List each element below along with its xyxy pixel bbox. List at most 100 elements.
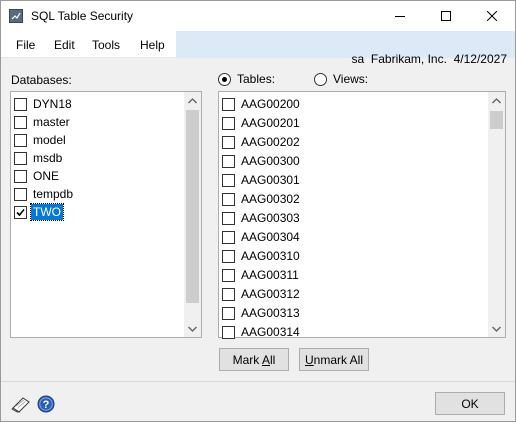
window-title: SQL Table Security xyxy=(31,9,134,23)
checkbox[interactable] xyxy=(14,169,27,183)
table-list-item[interactable]: AAG00300 xyxy=(222,152,302,170)
table-list-item[interactable]: AAG00303 xyxy=(222,209,302,227)
table-name: AAG00201 xyxy=(241,116,300,130)
views-radio[interactable] xyxy=(314,72,327,86)
tables-scrollbar[interactable] xyxy=(488,92,505,337)
checkbox[interactable] xyxy=(222,135,235,149)
checkbox[interactable] xyxy=(14,133,27,147)
sql-table-security-window: SQL Table Security File Edit Tools Help … xyxy=(0,0,516,422)
scroll-down-button[interactable] xyxy=(184,320,201,337)
table-name: AAG00310 xyxy=(241,249,300,263)
database-list-item[interactable]: tempdb xyxy=(14,185,75,203)
scroll-up-button[interactable] xyxy=(488,92,505,109)
unmark-all-accesskey: U xyxy=(304,352,314,367)
database-name: tempdb xyxy=(33,187,74,201)
chevron-down-icon xyxy=(188,326,197,332)
tables-radio-option[interactable]: Tables: xyxy=(218,72,275,86)
svg-text:?: ? xyxy=(43,399,50,411)
table-name: AAG00300 xyxy=(241,154,300,168)
table-name: AAG00304 xyxy=(241,230,300,244)
scroll-thumb[interactable] xyxy=(490,111,503,129)
table-list-item[interactable]: AAG00310 xyxy=(222,247,302,265)
database-list-item[interactable]: TWO xyxy=(14,203,64,221)
checkmark-icon xyxy=(16,208,25,216)
checkbox[interactable] xyxy=(222,211,235,225)
checkbox[interactable] xyxy=(222,116,235,130)
database-list-item[interactable]: msdb xyxy=(14,149,64,167)
database-list-item[interactable]: model xyxy=(14,131,68,149)
database-name: master xyxy=(33,115,70,129)
checkbox[interactable] xyxy=(222,268,235,282)
checkbox[interactable] xyxy=(14,115,27,129)
close-icon xyxy=(487,11,497,21)
table-list-item[interactable]: AAG00313 xyxy=(222,304,302,322)
table-list-item[interactable]: AAG00301 xyxy=(222,171,302,189)
menu-edit[interactable]: Edit xyxy=(54,38,75,52)
table-name: AAG00311 xyxy=(241,268,299,282)
ok-label: OK xyxy=(461,396,479,411)
tables-radio-label: Tables: xyxy=(237,72,276,86)
chevron-down-icon xyxy=(492,326,501,332)
maximize-button[interactable] xyxy=(423,1,469,31)
table-list-item[interactable]: AAG00304 xyxy=(222,228,302,246)
menu-bar: File Edit Tools Help sa Fabrikam, Inc. 4… xyxy=(1,31,515,66)
table-list-item[interactable]: AAG00202 xyxy=(222,133,302,151)
minimize-button[interactable] xyxy=(377,1,423,31)
mark-all-label: Mark All xyxy=(233,353,276,367)
help-icon[interactable]: ? xyxy=(37,395,55,413)
mark-all-accesskey: A xyxy=(261,352,270,367)
checkbox[interactable] xyxy=(14,205,27,219)
ok-button[interactable]: OK xyxy=(435,392,505,415)
tables-radio[interactable] xyxy=(218,72,231,86)
table-name: AAG00302 xyxy=(241,192,300,206)
scroll-down-button[interactable] xyxy=(488,320,505,337)
database-name: msdb xyxy=(33,151,63,165)
table-name: AAG00313 xyxy=(241,306,300,320)
databases-list[interactable]: DYN18 master model msdb ONE tempdb TWO xyxy=(10,91,202,338)
checkbox[interactable] xyxy=(222,154,235,168)
tables-list[interactable]: AAG00200 AAG00201 AAG00202 AAG00300 AAG00301… xyxy=(218,91,506,341)
table-list-item[interactable]: AAG00314 xyxy=(222,323,302,341)
table-list-item[interactable]: AAG00201 xyxy=(222,114,302,132)
views-radio-option[interactable]: Views: xyxy=(314,72,368,86)
checkbox[interactable] xyxy=(14,97,27,111)
database-list-item[interactable]: master xyxy=(14,113,72,131)
table-list-item[interactable]: AAG00200 xyxy=(222,95,302,113)
checkbox[interactable] xyxy=(222,230,235,244)
title-bar: SQL Table Security xyxy=(1,1,515,31)
scroll-up-button[interactable] xyxy=(184,92,201,109)
unmark-all-button[interactable]: Unmark All xyxy=(299,348,369,371)
checkbox[interactable] xyxy=(222,97,235,111)
table-name: AAG00303 xyxy=(241,211,300,225)
menu-help[interactable]: Help xyxy=(140,38,165,52)
menu-tools[interactable]: Tools xyxy=(92,38,120,52)
checkbox[interactable] xyxy=(222,287,235,301)
checkbox[interactable] xyxy=(222,306,235,320)
unmark-all-label-suffix: nmark All xyxy=(313,352,364,367)
table-list-item[interactable]: AAG00312 xyxy=(222,285,302,303)
checkbox[interactable] xyxy=(222,325,235,339)
chevron-up-icon xyxy=(492,97,501,103)
user-date: 4/12/2027 xyxy=(453,52,507,66)
footer-divider xyxy=(1,381,515,382)
mark-all-label-suffix: ll xyxy=(270,352,276,367)
mark-all-button[interactable]: Mark All xyxy=(219,348,289,371)
maximize-icon xyxy=(441,11,451,21)
table-list-item[interactable]: AAG00302 xyxy=(222,190,302,208)
close-button[interactable] xyxy=(469,1,515,31)
databases-scrollbar[interactable] xyxy=(184,92,201,337)
checkbox[interactable] xyxy=(14,151,27,165)
checkbox[interactable] xyxy=(14,187,27,201)
table-name: AAG00301 xyxy=(241,173,300,187)
checkbox[interactable] xyxy=(222,249,235,263)
note-icon[interactable] xyxy=(10,395,32,413)
chevron-up-icon xyxy=(188,97,197,103)
table-list-item[interactable]: AAG00311 xyxy=(222,266,301,284)
database-list-item[interactable]: DYN18 xyxy=(14,95,74,113)
database-list-item[interactable]: ONE xyxy=(14,167,61,185)
checkbox[interactable] xyxy=(222,173,235,187)
menu-file[interactable]: File xyxy=(16,38,35,52)
company-name: Fabrikam, Inc. xyxy=(370,52,447,66)
scroll-thumb[interactable] xyxy=(186,110,199,303)
checkbox[interactable] xyxy=(222,192,235,206)
